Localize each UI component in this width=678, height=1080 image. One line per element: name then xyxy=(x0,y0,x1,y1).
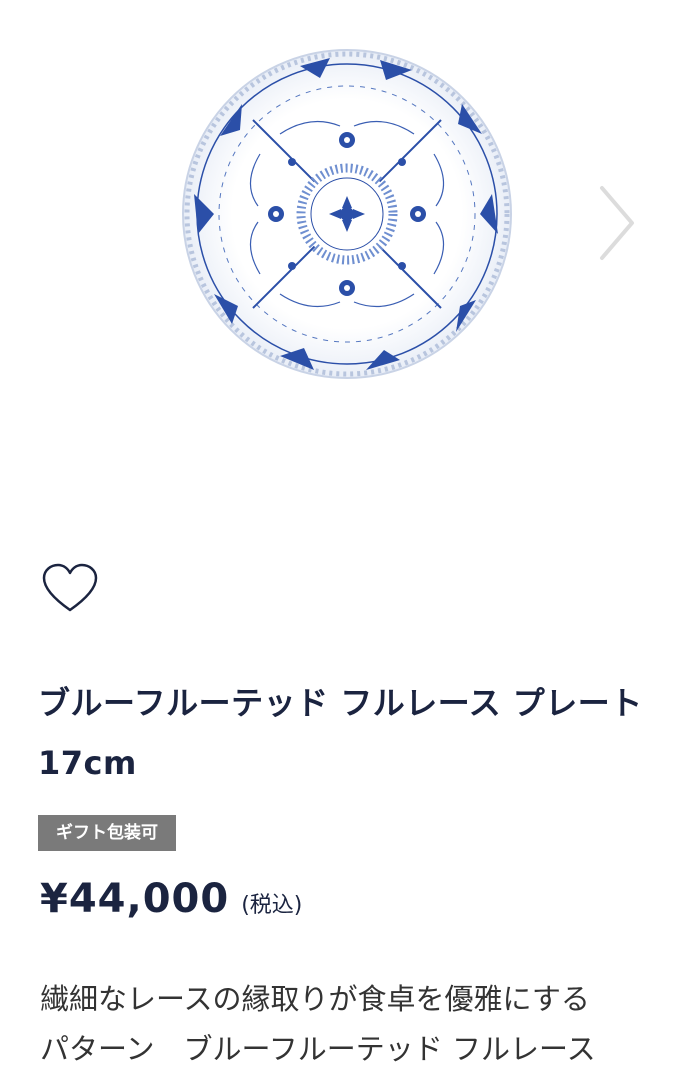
plate-image xyxy=(182,49,512,379)
price-value: ¥44,000 xyxy=(40,876,230,922)
product-title: ブルーフルーテッド フルレース プレート 17cm xyxy=(38,684,643,782)
heart-outline-icon[interactable] xyxy=(40,562,100,616)
product-description: 繊細なレースの縁取りが食卓を優雅にする パターン ブルーフルーテッド フルレース xyxy=(40,982,596,1066)
gift-wrap-badge: ギフト包装可 xyxy=(38,815,176,851)
product-image-gallery[interactable] xyxy=(0,0,678,440)
chevron-right-icon[interactable] xyxy=(588,178,644,268)
tax-note: (税込) xyxy=(241,893,303,918)
price-row: ¥44,000 (税込) xyxy=(40,876,302,936)
